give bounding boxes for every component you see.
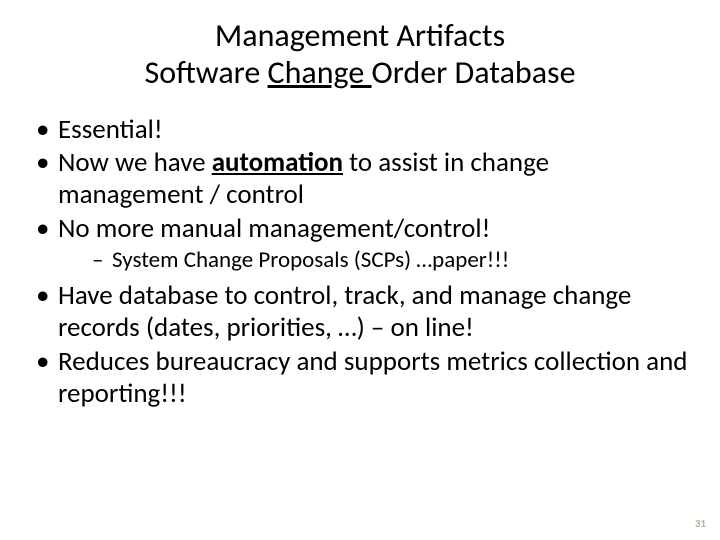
list-item: Have database to control, track, and man… xyxy=(30,280,690,344)
sub-bullet-list: System Change Proposals (SCPs) …paper!!! xyxy=(58,247,690,274)
bullet-text-pre: Now we have xyxy=(58,146,212,179)
bullet-text: Reduces bureaucracy and supports metrics… xyxy=(58,345,687,410)
list-item: Reduces bureaucracy and supports metrics… xyxy=(30,346,690,410)
slide-title: Management Artifacts Software Change Ord… xyxy=(30,18,690,92)
list-item: Now we have automation to assist in chan… xyxy=(30,147,690,211)
sub-list-item: System Change Proposals (SCPs) …paper!!! xyxy=(58,247,690,274)
title-line2-underlined: Change xyxy=(268,53,372,92)
sub-bullet-text: System Change Proposals (SCPs) …paper!!! xyxy=(112,246,509,274)
title-line2-pre: Software xyxy=(145,53,268,92)
title-line1: Management Artifacts xyxy=(215,16,505,55)
bullet-text: No more manual management/control! xyxy=(58,212,490,245)
page-number: 31 xyxy=(695,517,706,530)
title-line2-post: Order Database xyxy=(372,53,576,92)
bullet-text: Essential! xyxy=(58,113,163,146)
bullet-text-bold: automation xyxy=(212,146,343,179)
slide: Management Artifacts Software Change Ord… xyxy=(0,0,720,540)
bullet-list: Essential! Now we have automation to ass… xyxy=(30,114,690,410)
list-item: No more manual management/control! Syste… xyxy=(30,213,690,274)
list-item: Essential! xyxy=(30,114,690,146)
bullet-text: Have database to control, track, and man… xyxy=(58,279,631,344)
title-line2: Software Change Order Database xyxy=(30,55,690,92)
